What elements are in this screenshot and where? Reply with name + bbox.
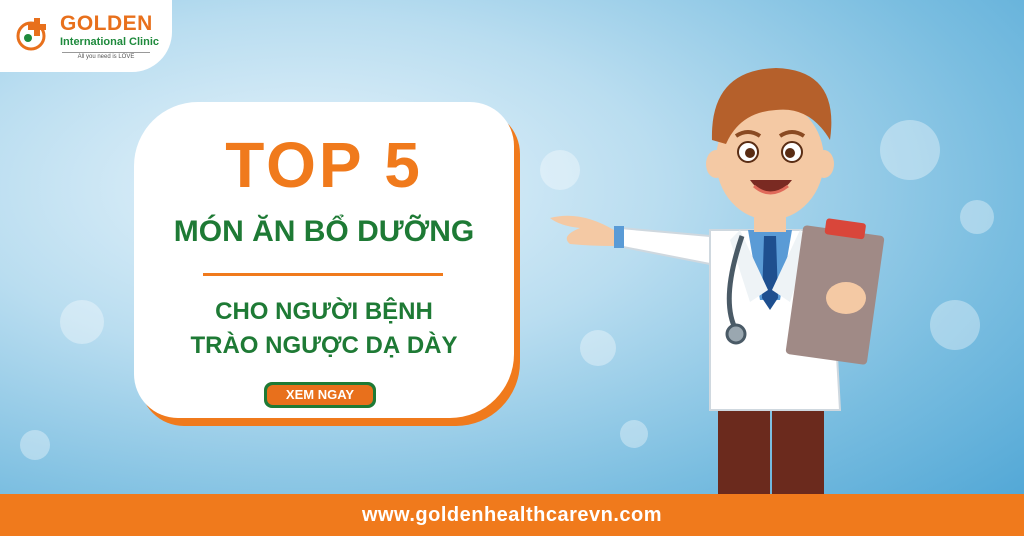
headline-top: TOP 5 <box>225 129 423 201</box>
brand-subtitle: International Clinic <box>60 36 160 48</box>
bokeh-dot <box>960 200 994 234</box>
medical-cross-logo-icon <box>16 18 46 51</box>
bokeh-dot <box>60 300 104 344</box>
footer-bar: www.goldenhealthcarevn.com <box>0 494 1024 536</box>
bokeh-dot <box>930 300 980 350</box>
xem-ngay-button[interactable]: XEM NGAY <box>264 382 376 408</box>
doctor-with-clipboard-icon <box>550 68 885 494</box>
xem-ngay-label: XEM NGAY <box>267 385 373 405</box>
brand-slogan: All you need is LOVE <box>62 52 150 60</box>
headline-dish: MÓN ĂN BỔ DƯỠNG <box>173 215 475 248</box>
brand-name: GOLDEN <box>60 12 153 35</box>
bokeh-dot <box>20 430 50 460</box>
headline-line-2: TRÀO NGƯỢC DẠ DÀY <box>190 332 458 359</box>
website-link[interactable]: www.goldenhealthcarevn.com <box>0 494 1024 536</box>
logo-container[interactable]: GOLDEN International Clinic All you need… <box>0 0 172 72</box>
headline-line-1: CHO NGƯỜI BỆNH <box>215 298 433 325</box>
divider <box>203 273 443 276</box>
